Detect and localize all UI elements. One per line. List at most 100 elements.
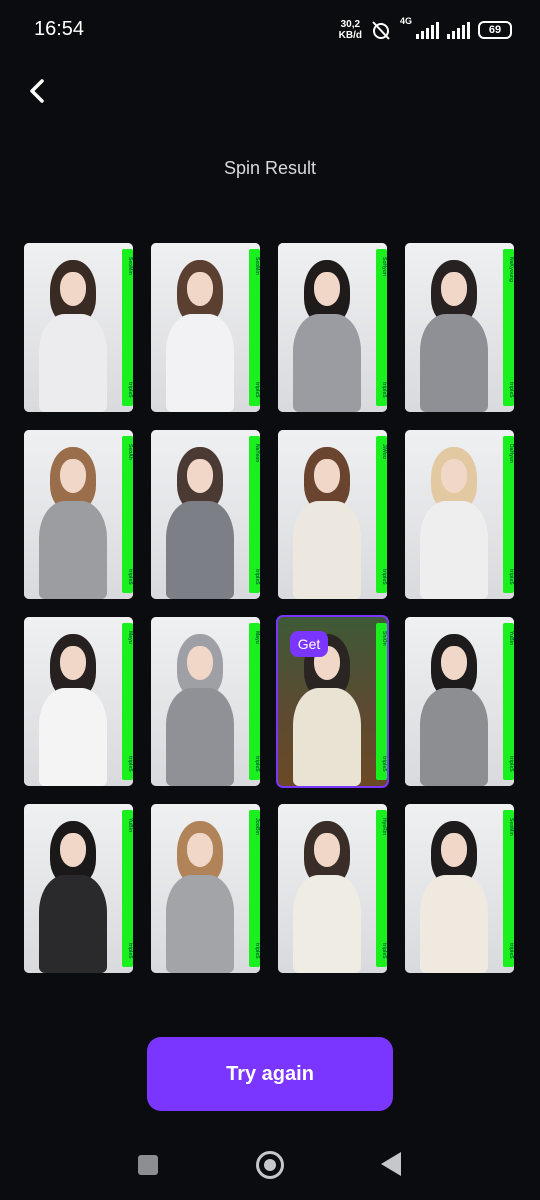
try-again-button[interactable]: Try again [147, 1037, 393, 1111]
card-group-tag: tripleS [508, 943, 514, 959]
photocard[interactable]: NaKyoung tripleS [405, 243, 514, 412]
card-name-strip: SeoMin tripleS [503, 810, 514, 967]
recents-button[interactable] [138, 1155, 158, 1175]
signal-icon-2 [447, 21, 470, 39]
card-group-tag: tripleS [254, 569, 260, 585]
card-name-strip: YuBin tripleS [122, 810, 133, 967]
card-name-strip: SoHyun tripleS [376, 249, 387, 406]
card-group-tag: tripleS [508, 756, 514, 772]
card-member-name: Mayu [127, 631, 133, 644]
card-group-tag: tripleS [381, 756, 387, 772]
photocard[interactable]: Mayu tripleS [24, 617, 133, 786]
photo-face [186, 458, 214, 493]
card-group-tag: tripleS [127, 382, 133, 398]
photocard[interactable]: SeoMin tripleS [151, 243, 260, 412]
photo-outfit [420, 313, 488, 412]
get-badge[interactable]: Get [290, 631, 328, 657]
photo-face [313, 271, 341, 306]
card-name-strip: NaKyoung tripleS [503, 249, 514, 406]
photo-outfit [166, 313, 234, 412]
card-member-name: JiWoo [381, 444, 387, 459]
photo-outfit [293, 500, 361, 599]
card-member-name: SeoMin [254, 257, 260, 275]
card-group-tag: tripleS [254, 756, 260, 772]
status-bar: 16:54 30,2 KB/d 4G 69 [0, 0, 540, 60]
card-name-strip: Mayu tripleS [249, 623, 260, 780]
photo-face [440, 458, 468, 493]
photo-outfit [166, 500, 234, 599]
signal-icon [416, 21, 439, 39]
alarm-off-icon [372, 21, 390, 40]
photo-outfit [166, 874, 234, 973]
photocard[interactable]: ShiOn tripleS Get [276, 615, 389, 788]
photo-face [440, 832, 468, 867]
card-group-tag: tripleS [508, 569, 514, 585]
photo-face [313, 832, 341, 867]
photocard[interactable]: DaHyun tripleS [405, 430, 514, 599]
status-icons: 30,2 KB/d 4G 69 [339, 16, 512, 44]
card-name-strip: DaHyun tripleS [503, 436, 514, 593]
home-button[interactable] [256, 1151, 284, 1179]
photo-outfit [39, 687, 107, 786]
card-name-strip: JooBin tripleS [249, 810, 260, 967]
photocard[interactable]: SeoAh tripleS [24, 430, 133, 599]
card-name-strip: SeoMin tripleS [249, 249, 260, 406]
card-group-tag: tripleS [254, 382, 260, 398]
card-member-name: YuBin [508, 631, 514, 646]
back-button[interactable] [22, 72, 56, 110]
photo-face [59, 645, 87, 680]
card-group-tag: tripleS [254, 943, 260, 959]
card-member-name: SoHyun [381, 257, 387, 276]
photo-outfit [420, 874, 488, 973]
card-group-tag: tripleS [381, 382, 387, 398]
photocard[interactable]: YuBin tripleS [405, 617, 514, 786]
photo-face [440, 645, 468, 680]
photo-outfit [166, 687, 234, 786]
card-member-name: NaYeon [254, 444, 260, 463]
photo-outfit [293, 874, 361, 973]
card-group-tag: tripleS [381, 943, 387, 959]
status-time: 16:54 [34, 18, 85, 40]
card-name-strip: HyeRin tripleS [376, 810, 387, 967]
card-name-strip: Mayu tripleS [122, 623, 133, 780]
card-name-strip: SeoAh tripleS [122, 436, 133, 593]
card-name-strip: JiWoo tripleS [376, 436, 387, 593]
system-back-button[interactable] [381, 1152, 401, 1176]
card-member-name: SeoMin [508, 818, 514, 836]
photo-face [186, 271, 214, 306]
system-nav-bar [0, 1130, 540, 1200]
card-name-strip: SeoMin tripleS [122, 249, 133, 406]
card-group-tag: tripleS [127, 569, 133, 585]
card-member-name: HyeRin [381, 818, 387, 836]
photocard[interactable]: NaYeon tripleS [151, 430, 260, 599]
photocard[interactable]: JooBin tripleS [151, 804, 260, 973]
photocard[interactable]: SoHyun tripleS [278, 243, 387, 412]
card-member-name: DaHyun [508, 444, 514, 463]
page-title: Spin Result [223, 158, 317, 178]
card-group-tag: tripleS [508, 382, 514, 398]
card-member-name: SeoAh [127, 444, 133, 460]
photo-face [186, 832, 214, 867]
photocard[interactable]: SeoMin tripleS [405, 804, 514, 973]
photocard[interactable]: Mayu tripleS [151, 617, 260, 786]
card-name-strip: ShiOn tripleS [376, 623, 387, 780]
photocard[interactable]: HyeRin tripleS [278, 804, 387, 973]
photo-face [59, 458, 87, 493]
network-speed-unit: KB/d [338, 30, 362, 41]
photocard[interactable]: YuBin tripleS [24, 804, 133, 973]
card-member-name: YuBin [127, 818, 133, 833]
photo-outfit [420, 687, 488, 786]
chevron-left-icon [30, 79, 44, 103]
card-member-name: SeoMin [127, 257, 133, 275]
photocard[interactable]: JiWoo tripleS [278, 430, 387, 599]
network-type: 4G [399, 16, 412, 26]
photo-outfit [39, 313, 107, 412]
photocard-grid: SeoMin tripleS SeoMin tripleS SoHyun tripleS N… [24, 243, 516, 973]
card-name-strip: YuBin tripleS [503, 623, 514, 780]
card-name-strip: NaYeon tripleS [249, 436, 260, 593]
battery-icon: 69 [478, 21, 512, 39]
photocard[interactable]: SeoMin tripleS [24, 243, 133, 412]
photo-face [440, 271, 468, 306]
card-group-tag: tripleS [127, 943, 133, 959]
card-group-tag: tripleS [381, 569, 387, 585]
